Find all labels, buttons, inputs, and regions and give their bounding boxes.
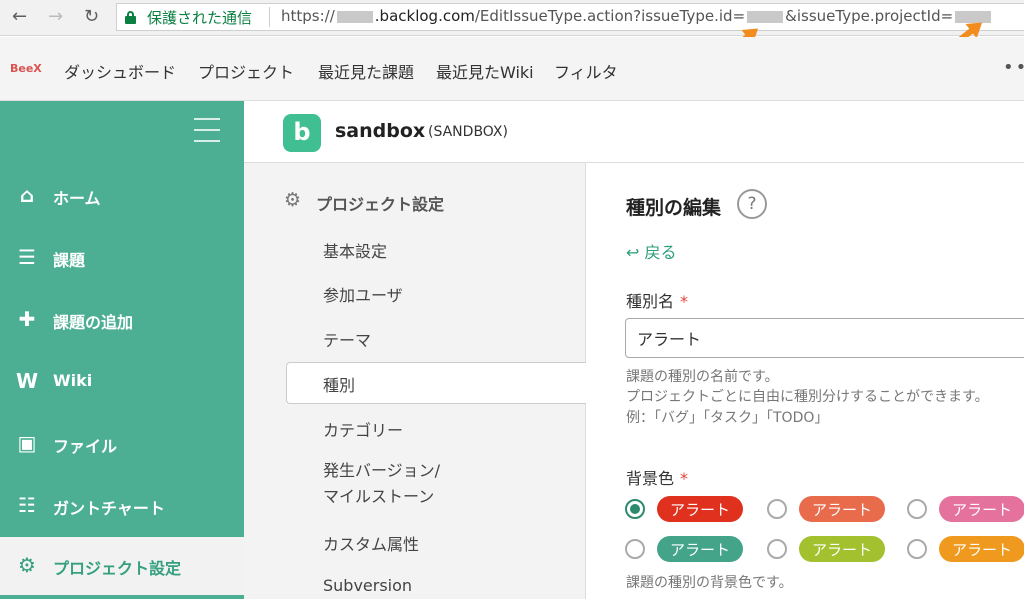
settings-item-versions[interactable]: 発生バージョン/マイルストーン [286,458,586,516]
home-icon: ⌂ [19,183,35,207]
sidebar-item-project-settings[interactable]: ⚙ プロジェクト設定 [0,537,244,595]
color-preview-badge: アラート [799,496,885,522]
name-hint: 課題の種別の名前です。 [626,369,779,385]
gear-icon: ⚙ [284,189,302,211]
name-input[interactable] [625,318,1024,358]
more-icon[interactable]: ••• [1003,57,1024,78]
sidebar-item-wiki[interactable]: W Wiki [0,353,244,411]
plus-icon: ✚ [18,307,36,331]
color-preview-badge: アラート [939,536,1024,562]
back-arrow-icon[interactable]: ← [12,6,27,27]
forward-arrow-icon[interactable]: → [48,6,63,27]
wiki-icon: W [16,369,39,393]
settings-item-basic[interactable]: 基本設定 [286,228,586,270]
hamburger-icon[interactable] [194,118,220,151]
color-preview-badge: アラート [939,496,1024,522]
settings-item-theme[interactable]: テーマ [286,317,586,359]
list-icon: ☰ [18,245,36,269]
color-radio[interactable] [625,539,645,559]
lock-icon [125,11,136,24]
menu-dashboard[interactable]: ダッシュボード [64,59,176,83]
name-hint: プロジェクトごとに自由に種別分けすることができます。 [626,389,989,405]
menu-recent-issues[interactable]: 最近見た課題 [318,59,414,83]
url-text[interactable]: https://.backlog.com/EditIssueType.actio… [281,7,993,25]
menu-project[interactable]: プロジェクト [198,59,294,83]
back-link[interactable]: ↩ 戻る [626,239,677,263]
settings-item-custom-fields[interactable]: カスタム属性 [286,521,586,563]
sidebar-item-home[interactable]: ⌂ ホーム [0,167,244,225]
sidebar-item-add-issue[interactable]: ✚ 課題の追加 [0,291,244,349]
color-preview-badge: アラート [657,536,743,562]
project-header: b sandbox (SANDBOX) [244,101,1024,163]
menu-filter[interactable]: フィルタ [554,59,618,83]
settings-title: プロジェクト設定 [316,195,445,214]
browser-toolbar: ← → ↻ 保護された通信 https://.backlog.com/EditI… [0,0,1024,66]
settings-item-issue-types[interactable]: 種別 [286,362,586,404]
address-bar[interactable]: 保護された通信 https://.backlog.com/EditIssueTy… [116,3,1024,31]
project-name[interactable]: sandbox [335,120,425,142]
secure-label: 保護された通信 [147,9,253,27]
color-preview-badge: アラート [657,496,743,522]
reload-icon[interactable]: ↻ [84,6,99,27]
settings-menu: ⚙ プロジェクト設定 基本設定 参加ユーザ テーマ 種別 カテゴリー 発生バージ… [244,163,586,599]
color-radio[interactable] [767,539,787,559]
form-title: 種別の編集 [626,197,722,219]
color-radio[interactable] [907,539,927,559]
color-radio[interactable] [767,499,787,519]
sidebar-item-gantt[interactable]: ☷ ガントチャート [0,477,244,535]
edit-issue-type-form: 種別の編集 ? ↩ 戻る 種別名* 課題の種別の名前です。 プロジェクトごとに自… [587,163,1024,599]
settings-item-members[interactable]: 参加ユーザ [286,272,586,314]
color-label: 背景色 * [626,469,689,488]
color-preview-badge: アラート [799,536,885,562]
help-icon[interactable]: ? [737,189,767,219]
gear-icon: ⚙ [18,553,36,577]
color-radio[interactable] [907,499,927,519]
settings-item-subversion[interactable]: Subversion [286,566,586,608]
app-header: BeeX ダッシュボード プロジェクト 最近見た課題 最近見たWiki フィルタ… [0,37,1024,101]
color-hint: 課題の種別の背景色です。 [626,575,793,591]
gantt-icon: ☷ [18,493,36,517]
sidebar-item-issues[interactable]: ☰ 課題 [0,229,244,287]
project-logo: b [283,114,321,152]
name-label: 種別名 * [626,292,689,311]
sidebar-item-files[interactable]: ▣ ファイル [0,415,244,473]
name-hint: 例：「バグ」「タスク」「TODO」 [626,410,829,426]
beex-logo[interactable]: BeeX [10,62,42,75]
color-radio[interactable] [625,499,645,519]
file-icon: ▣ [17,431,37,455]
settings-item-categories[interactable]: カテゴリー [286,407,586,449]
sidebar: ⌂ ホーム ☰ 課題 ✚ 課題の追加 W Wiki ▣ ファイル ☷ ガントチャート ⚙ プロ… [0,101,244,599]
project-key: (SANDBOX) [428,124,508,140]
menu-recent-wiki[interactable]: 最近見たWiki [436,59,534,83]
